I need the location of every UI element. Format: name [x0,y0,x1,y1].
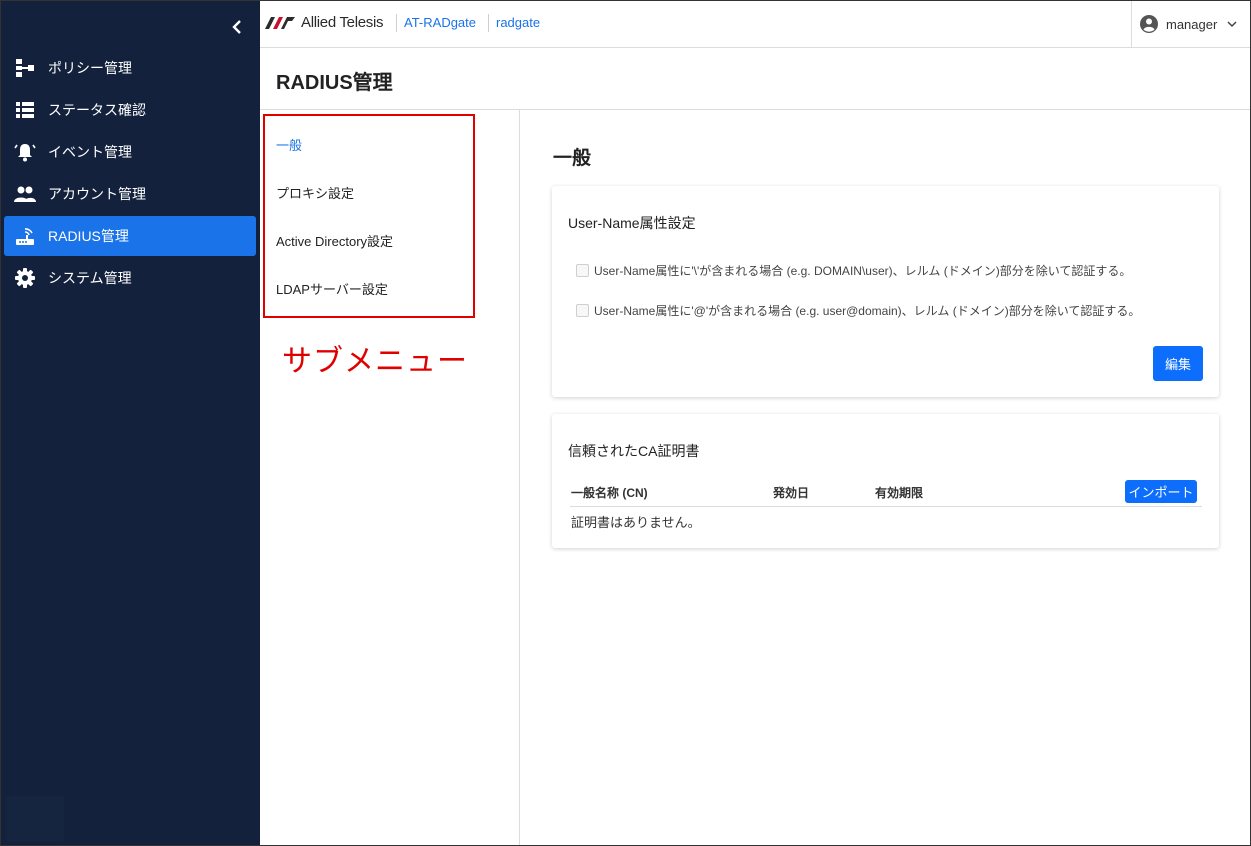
sidebar-collapse-button[interactable] [226,16,248,38]
username-settings-card: User-Name属性設定 User-Name属性に'\'が含まれる場合 (e.… [552,186,1219,397]
host-link[interactable]: radgate [496,15,540,30]
sidebar-item-label: ポリシー管理 [48,60,132,76]
gear-icon [14,267,36,289]
submenu-item-active-directory[interactable]: Active Directory設定 [276,231,393,250]
certificate-table-header: 一般名称 (CN) 発効日 有効期限 インポート [570,478,1202,507]
alarm-bell-icon [14,141,36,163]
option-label: User-Name属性に'@'が含まれる場合 (e.g. user@domain… [594,304,1141,318]
strip-at-realm-option[interactable]: User-Name属性に'@'が含まれる場合 (e.g. user@domain… [576,302,1140,319]
sidebar-item-label: システム管理 [48,270,132,286]
page-title-bar: RADIUS管理 [260,48,1251,110]
sidebar-item-radius[interactable]: RADIUS管理 [4,216,256,256]
column-header-issue-date: 発効日 [773,486,810,500]
trusted-ca-card: 信頼されたCA証明書 一般名称 (CN) 発効日 有効期限 インポート 証明書は… [552,414,1219,548]
router-icon [14,225,36,247]
sidebar-item-label: アカウント管理 [48,186,146,202]
empty-certificates-message: 証明書はありません。 [571,515,701,530]
logo-text: Allied Telesis [301,14,384,31]
page-title: RADIUS管理 [276,72,393,94]
strip-backslash-realm-checkbox[interactable] [576,264,589,277]
submenu-panel: 一般 プロキシ設定 Active Directory設定 LDAPサーバー設定 … [260,110,520,846]
strip-backslash-realm-option[interactable]: User-Name属性に'\'が含まれる場合 (e.g. DOMAIN\user… [576,262,1131,279]
list-icon [14,99,36,121]
submenu-item-proxy[interactable]: プロキシ設定 [276,183,354,202]
import-button[interactable]: インポート [1125,480,1197,503]
sidebar-item-accounts[interactable]: アカウント管理 [4,174,256,214]
policy-tree-icon [14,57,36,79]
strip-at-realm-checkbox[interactable] [576,304,589,317]
user-menu[interactable]: manager [1131,0,1251,48]
sidebar-item-label: ステータス確認 [48,102,146,118]
product-link[interactable]: AT-RADgate [404,15,476,30]
sidebar-item-policy[interactable]: ポリシー管理 [4,48,256,88]
sidebar-item-events[interactable]: イベント管理 [4,132,256,172]
sidebar-item-label: RADIUS管理 [48,228,129,244]
account-circle-icon [1140,15,1158,33]
sidebar-item-system[interactable]: システム管理 [4,258,256,298]
option-label: User-Name属性に'\'が含まれる場合 (e.g. DOMAIN\user… [594,264,1132,278]
column-header-expiry: 有効期限 [875,486,924,500]
chevron-left-icon [232,20,241,34]
header-separator [488,14,489,32]
column-header-cn: 一般名称 (CN) [571,486,648,500]
user-name: manager [1166,16,1218,32]
card-title: User-Name属性設定 [568,215,696,231]
chevron-down-icon [1227,20,1237,27]
submenu-annotation: サブメニュー [282,345,468,378]
sidebar: ポリシー管理 ステータス確認 イベント管理 アカウント管理 RADIUS管理 シ… [0,0,260,846]
submenu-item-ldap[interactable]: LDAPサーバー設定 [276,279,388,298]
people-icon [14,183,36,205]
section-title: 一般 [553,148,592,169]
sidebar-nav: ポリシー管理 ステータス確認 イベント管理 アカウント管理 RADIUS管理 シ… [4,48,256,300]
submenu-item-general[interactable]: 一般 [276,135,302,154]
top-header: Allied Telesis AT-RADgate radgate manage… [260,0,1251,48]
edit-button[interactable]: 編集 [1153,346,1203,381]
allied-telesis-logo: Allied Telesis [265,14,384,31]
card-title: 信頼されたCA証明書 [568,443,700,459]
sidebar-footer-area [6,796,64,842]
sidebar-item-label: イベント管理 [48,144,132,160]
header-separator [396,14,397,32]
allied-telesis-mark-icon [265,16,295,29]
sidebar-item-status[interactable]: ステータス確認 [4,90,256,130]
